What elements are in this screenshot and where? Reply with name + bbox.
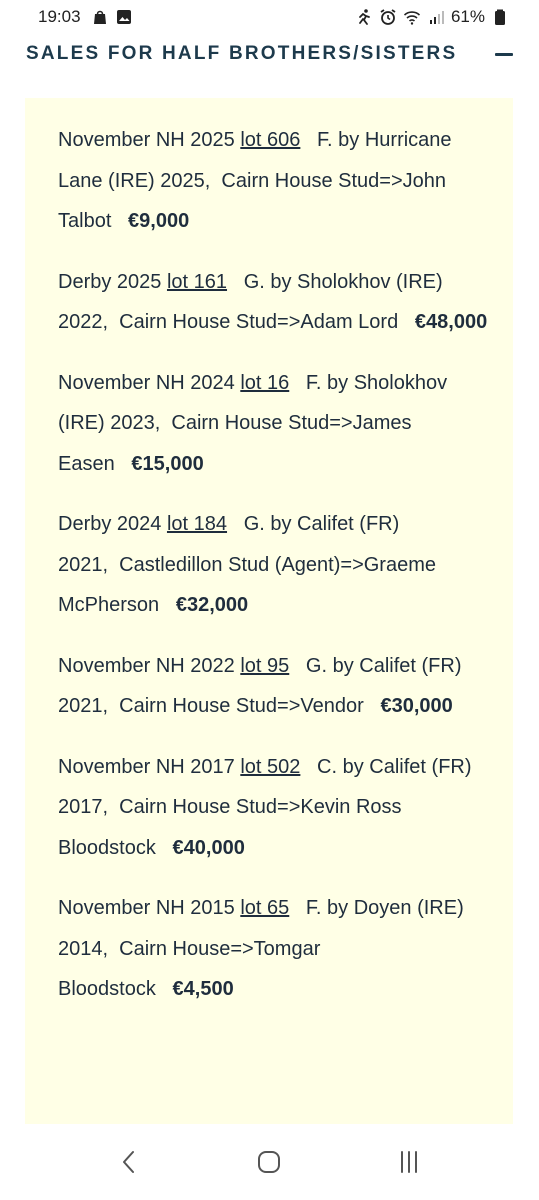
sale-price: €40,000 — [172, 836, 245, 859]
sale-entry: November NH 2017 lot 502 C. by Califet (… — [58, 747, 493, 869]
alarm-icon — [379, 8, 397, 26]
recent-apps-icon — [395, 1148, 423, 1181]
sale-name: November NH 2017 — [58, 755, 235, 778]
sale-name: November NH 2024 — [58, 371, 235, 394]
status-right: 61% — [355, 7, 509, 27]
lot-link[interactable]: lot 184 — [167, 513, 227, 535]
back-button[interactable] — [100, 1139, 160, 1189]
status-bar: 19:03 61% — [0, 0, 539, 34]
app-screen: 19:03 61% SALES FOR HALF BROTHERS/SISTER… — [0, 0, 539, 1200]
sale-price: €30,000 — [380, 695, 453, 717]
home-icon — [255, 1148, 283, 1181]
sale-entry: November NH 2015 lot 65 F. by Doyen (IRE… — [58, 888, 493, 1010]
section-header: SALES FOR HALF BROTHERS/SISTERS — [0, 34, 539, 74]
lot-link[interactable]: lot 16 — [240, 372, 289, 394]
lot-link[interactable]: lot 606 — [240, 129, 300, 151]
section-title: SALES FOR HALF BROTHERS/SISTERS — [26, 43, 458, 64]
sale-name: Derby 2024 — [58, 513, 162, 535]
sale-price: €4,500 — [172, 978, 234, 1000]
sale-entry: November NH 2024 lot 16 F. by Sholokhov … — [58, 363, 493, 485]
navigation-bar — [0, 1128, 539, 1200]
sale-price: €48,000 — [414, 311, 488, 333]
minus-icon — [495, 52, 513, 56]
sale-name: November NH 2025 — [58, 129, 235, 151]
battery-percent: 61% — [450, 7, 485, 26]
lot-link[interactable]: lot 502 — [240, 756, 300, 778]
lot-link[interactable]: lot 65 — [240, 897, 289, 919]
sales-list: November NH 2025 lot 606 F. by Hurricane… — [25, 98, 513, 1124]
status-left: 19:03 — [38, 7, 133, 27]
collapse-button[interactable] — [493, 43, 515, 65]
sale-name: November NH 2022 — [58, 654, 235, 677]
sale-entry: Derby 2024 lot 184 G. by Califet (FR) 20… — [58, 504, 493, 626]
sale-price: €32,000 — [175, 594, 249, 616]
recent-apps-button[interactable] — [379, 1139, 439, 1189]
lot-link[interactable]: lot 95 — [240, 655, 289, 677]
status-time: 19:03 — [38, 7, 81, 26]
sale-entry: November NH 2025 lot 606 F. by Hurricane… — [58, 120, 493, 242]
sale-entry: Derby 2025 lot 161 G. by Sholokhov (IRE)… — [58, 262, 493, 343]
signal-icon — [427, 8, 445, 26]
sale-price: €15,000 — [131, 452, 204, 475]
sale-name: November NH 2015 — [58, 897, 235, 919]
sale-name: Derby 2025 — [58, 270, 162, 293]
image-icon — [115, 8, 133, 26]
battery-icon — [491, 8, 509, 26]
shopping-bag-icon — [91, 8, 109, 26]
sale-price: €9,000 — [128, 210, 190, 232]
sale-entry: November NH 2022 lot 95 G. by Califet (F… — [58, 646, 493, 727]
back-icon — [116, 1148, 144, 1181]
home-button[interactable] — [239, 1139, 299, 1189]
running-person-icon — [355, 8, 373, 26]
lot-link[interactable]: lot 161 — [167, 271, 227, 293]
wifi-icon — [403, 8, 421, 26]
